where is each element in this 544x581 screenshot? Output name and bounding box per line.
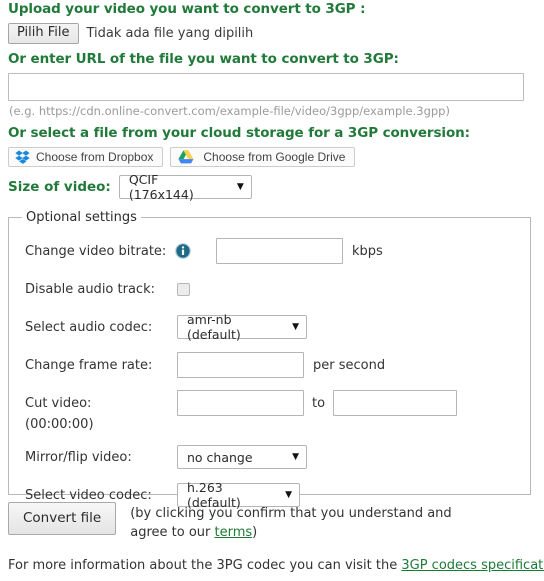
convert-disclaimer-line1: (by clicking you confirm that you unders… [130,506,452,521]
convert-file-button[interactable]: Convert file [8,502,117,535]
row-cut-video: Cut video: to [9,390,530,416]
cloud-buttons-row: Choose from Dropbox Choose from Google D… [0,142,544,169]
footer-note: For more information about the 3PG codec… [8,558,544,573]
size-of-video-label: Size of video: [8,179,111,195]
dropbox-icon [15,150,30,164]
url-input-row [0,68,544,101]
frame-rate-label: Change frame rate: [25,357,153,373]
audio-codec-selected-value: amr-nb (default) [187,312,241,342]
cloud-heading: Or select a file from your cloud storage… [8,125,470,141]
upload-heading: Upload your video you want to convert to… [8,1,366,17]
file-status-text: Tidak ada file yang dipilih [86,25,254,41]
convert-row: Convert file (by clicking you confirm th… [8,502,452,542]
bitrate-label: Change video bitrate: [25,243,167,259]
chevron-down-icon: ▼ [285,489,292,500]
choose-file-button[interactable]: Pilih File [8,22,79,44]
cut-video-label: Cut video: [25,395,92,411]
choose-from-dropbox-button[interactable]: Choose from Dropbox [8,147,164,167]
footer-text-pre: For more information about the 3PG codec… [8,558,402,573]
dropbox-button-label: Choose from Dropbox [36,150,154,164]
row-select-audio-codec: Select audio codec: amr-nb (default) ▼ [9,312,530,342]
disable-audio-label: Disable audio track: [25,281,155,297]
row-mirror-flip-video: Mirror/flip video: no change ▼ [9,445,530,469]
bitrate-unit-label: kbps [352,243,383,259]
cut-video-separator-label: to [312,395,326,411]
size-of-video-row: Size of video: QCIF (176x144) ▼ [0,169,544,202]
disable-audio-checkbox[interactable] [177,282,190,296]
url-input[interactable] [8,73,524,101]
size-of-video-select[interactable]: QCIF (176x144) ▼ [118,172,252,202]
cut-video-to-input[interactable] [333,390,458,416]
video-codec-label: Select video codec: [25,487,152,503]
choose-from-google-drive-button[interactable]: Choose from Google Drive [170,147,356,167]
info-icon[interactable] [175,243,191,259]
frame-rate-unit-label: per second [313,357,386,373]
url-hint: (e.g. https://cdn.online-convert.com/exa… [9,104,450,118]
terms-link[interactable]: terms [215,525,253,540]
row-disable-audio-track: Disable audio track: [9,277,530,301]
size-of-video-selected-value: QCIF (176x144) [128,172,194,202]
optional-settings-legend: Optional settings [26,210,137,225]
audio-codec-label: Select audio codec: [25,319,153,335]
bitrate-input[interactable] [216,238,343,264]
frame-rate-input[interactable] [177,352,304,378]
gdrive-button-label: Choose from Google Drive [203,150,346,164]
optional-settings-fieldset: Optional settings Change video bitrate: … [8,210,531,510]
convert-disclaimer: (by clicking you confirm that you unders… [130,504,451,542]
cut-video-from-input[interactable] [177,390,304,416]
chevron-down-icon: ▼ [292,451,299,462]
codec-specifications-link[interactable]: 3GP codecs specifications [401,558,544,573]
row-change-video-bitrate: Change video bitrate: kbps [9,238,530,264]
google-drive-icon [178,150,194,164]
convert-disclaimer-line2-post: ) [252,525,258,540]
file-upload-row: Pilih File Tidak ada file yang dipilih [0,18,544,44]
mirror-flip-select[interactable]: no change ▼ [177,445,307,469]
optional-settings-body: Change video bitrate: kbps Disable audio… [9,225,530,510]
chevron-down-icon: ▼ [236,181,244,192]
row-change-frame-rate: Change frame rate: per second [9,352,530,378]
audio-codec-select[interactable]: amr-nb (default) ▼ [177,312,307,342]
mirror-flip-label: Mirror/flip video: [25,449,132,465]
chevron-down-icon: ▼ [292,321,299,332]
mirror-flip-selected-value: no change [187,449,253,465]
url-heading: Or enter URL of the file you want to con… [8,51,399,67]
cut-video-format-note: (00:00:00) [25,417,94,432]
convert-disclaimer-line2-pre: agree to our [130,525,215,540]
converter-form-page: Upload your video you want to convert to… [0,0,544,581]
